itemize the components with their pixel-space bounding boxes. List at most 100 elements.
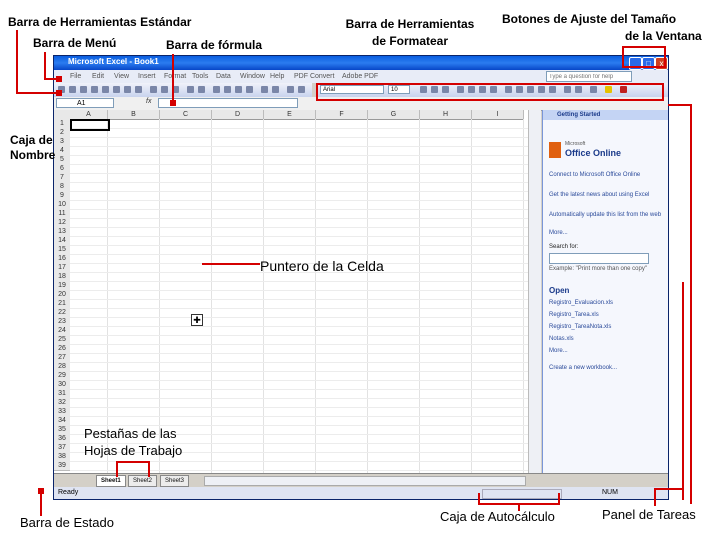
- task-pane-title[interactable]: Getting Started: [543, 110, 668, 120]
- column-header[interactable]: D: [212, 110, 264, 120]
- redo-icon[interactable]: [198, 86, 205, 93]
- autosum-icon[interactable]: [224, 86, 231, 93]
- column-header[interactable]: I: [472, 110, 524, 120]
- pointer-status-dot: [38, 488, 44, 494]
- tp-file-1[interactable]: Registro_Evaluacion.xls: [549, 300, 613, 306]
- increase-indent-icon[interactable]: [575, 86, 582, 93]
- tp-file-3[interactable]: Registro_TareaNota.xls: [549, 324, 611, 330]
- align-right-icon[interactable]: [479, 86, 486, 93]
- gridline-horizontal: [70, 407, 528, 408]
- menu-window[interactable]: Window: [240, 73, 265, 80]
- menu-format[interactable]: Format: [164, 73, 186, 80]
- menu-pdf-convert[interactable]: PDF Convert: [294, 73, 334, 80]
- percent-icon[interactable]: [516, 86, 523, 93]
- column-header[interactable]: E: [264, 110, 316, 120]
- menu-help[interactable]: Help: [270, 73, 284, 80]
- horizontal-scrollbar[interactable]: [204, 476, 526, 486]
- pointer-cell-line: [202, 263, 260, 265]
- menu-adobe-pdf[interactable]: Adobe PDF: [342, 73, 378, 80]
- sheet-tab-2[interactable]: Sheet2: [128, 475, 158, 487]
- maximize-button[interactable]: □: [642, 57, 655, 70]
- pointer-tabs-line: [116, 461, 150, 463]
- decrease-decimal-icon[interactable]: [549, 86, 556, 93]
- currency-icon[interactable]: [505, 86, 512, 93]
- tp-file-4[interactable]: Notas.xls: [549, 336, 574, 342]
- borders-icon[interactable]: [590, 86, 597, 93]
- sheet-tab-1[interactable]: Sheet1: [96, 475, 126, 487]
- gridline-horizontal: [70, 398, 528, 399]
- worksheet-grid[interactable]: A B C D E F G H I 1 2 3 4 5 6 7 8 9 10 11 12 13 14 15 16 17 18 19 20…: [54, 110, 528, 473]
- font-name-select[interactable]: Arial: [320, 85, 384, 94]
- menu-view[interactable]: View: [114, 73, 129, 80]
- sort-ascending-icon[interactable]: [235, 86, 242, 93]
- align-center-icon[interactable]: [468, 86, 475, 93]
- cut-icon[interactable]: [150, 86, 157, 93]
- italic-icon[interactable]: [431, 86, 438, 93]
- sheet-tab-3[interactable]: Sheet3: [160, 475, 190, 487]
- autocalc-box[interactable]: [482, 489, 562, 499]
- tp-more-link[interactable]: More...: [549, 230, 568, 236]
- font-size-select[interactable]: 10: [388, 85, 410, 94]
- email-icon[interactable]: [102, 86, 109, 93]
- gridline-horizontal: [70, 308, 528, 309]
- gridline-horizontal: [70, 317, 528, 318]
- pointer-format-box: [316, 83, 664, 85]
- open-icon[interactable]: [69, 86, 76, 93]
- comma-style-icon[interactable]: [527, 86, 534, 93]
- font-color-icon[interactable]: [620, 86, 627, 93]
- tp-file-more[interactable]: More...: [549, 348, 568, 354]
- print-preview-icon[interactable]: [124, 86, 131, 93]
- decrease-indent-icon[interactable]: [564, 86, 571, 93]
- menu-file[interactable]: File: [70, 73, 81, 80]
- pointer-tabs-line: [116, 461, 118, 477]
- pointer-autocalc-line: [518, 503, 520, 511]
- tp-bullet-3[interactable]: Automatically update this list from the …: [549, 212, 661, 218]
- tp-bullet-1[interactable]: Connect to Microsoft Office Online: [549, 172, 640, 178]
- menu-data[interactable]: Data: [216, 73, 231, 80]
- sort-descending-icon[interactable]: [246, 86, 253, 93]
- name-box[interactable]: A1: [56, 98, 114, 108]
- help-icon[interactable]: [298, 86, 305, 93]
- tp-create-new[interactable]: Create a new workbook...: [549, 365, 617, 371]
- drawing-icon[interactable]: [272, 86, 279, 93]
- vertical-scrollbar[interactable]: [528, 110, 541, 473]
- print-icon[interactable]: [113, 86, 120, 93]
- pointer-format-box: [662, 83, 664, 101]
- bold-icon[interactable]: [420, 86, 427, 93]
- menu-tools[interactable]: Tools: [192, 73, 208, 80]
- pointer-tabs-line: [148, 461, 150, 477]
- increase-decimal-icon[interactable]: [538, 86, 545, 93]
- undo-icon[interactable]: [187, 86, 194, 93]
- row-header[interactable]: 39: [54, 461, 70, 471]
- gridline-horizontal: [70, 362, 528, 363]
- chart-wizard-icon[interactable]: [261, 86, 268, 93]
- gridline-horizontal: [70, 245, 528, 246]
- label-status-bar: Barra de Estado: [20, 515, 114, 530]
- active-cell[interactable]: [70, 119, 110, 131]
- column-header[interactable]: G: [368, 110, 420, 120]
- close-button[interactable]: x: [655, 57, 668, 70]
- help-search-input[interactable]: [546, 71, 632, 82]
- save-icon[interactable]: [80, 86, 87, 93]
- permission-icon[interactable]: [91, 86, 98, 93]
- fill-color-icon[interactable]: [605, 86, 612, 93]
- copy-icon[interactable]: [161, 86, 168, 93]
- tp-file-2[interactable]: Registro_Tarea.xls: [549, 312, 599, 318]
- align-left-icon[interactable]: [457, 86, 464, 93]
- column-header[interactable]: C: [160, 110, 212, 120]
- column-header[interactable]: B: [108, 110, 160, 120]
- fx-label[interactable]: fx: [146, 98, 151, 105]
- tp-bullet-2[interactable]: Get the latest news about using Excel: [549, 192, 649, 198]
- merge-center-icon[interactable]: [490, 86, 497, 93]
- menu-insert[interactable]: Insert: [138, 73, 156, 80]
- column-header[interactable]: F: [316, 110, 368, 120]
- formula-input[interactable]: [158, 98, 298, 108]
- underline-icon[interactable]: [442, 86, 449, 93]
- column-header[interactable]: H: [420, 110, 472, 120]
- tp-search-input[interactable]: [549, 253, 649, 264]
- hyperlink-icon[interactable]: [213, 86, 220, 93]
- menu-edit[interactable]: Edit: [92, 73, 104, 80]
- spelling-icon[interactable]: [135, 86, 142, 93]
- zoom-icon[interactable]: [287, 86, 294, 93]
- minimize-button[interactable]: _: [629, 57, 642, 70]
